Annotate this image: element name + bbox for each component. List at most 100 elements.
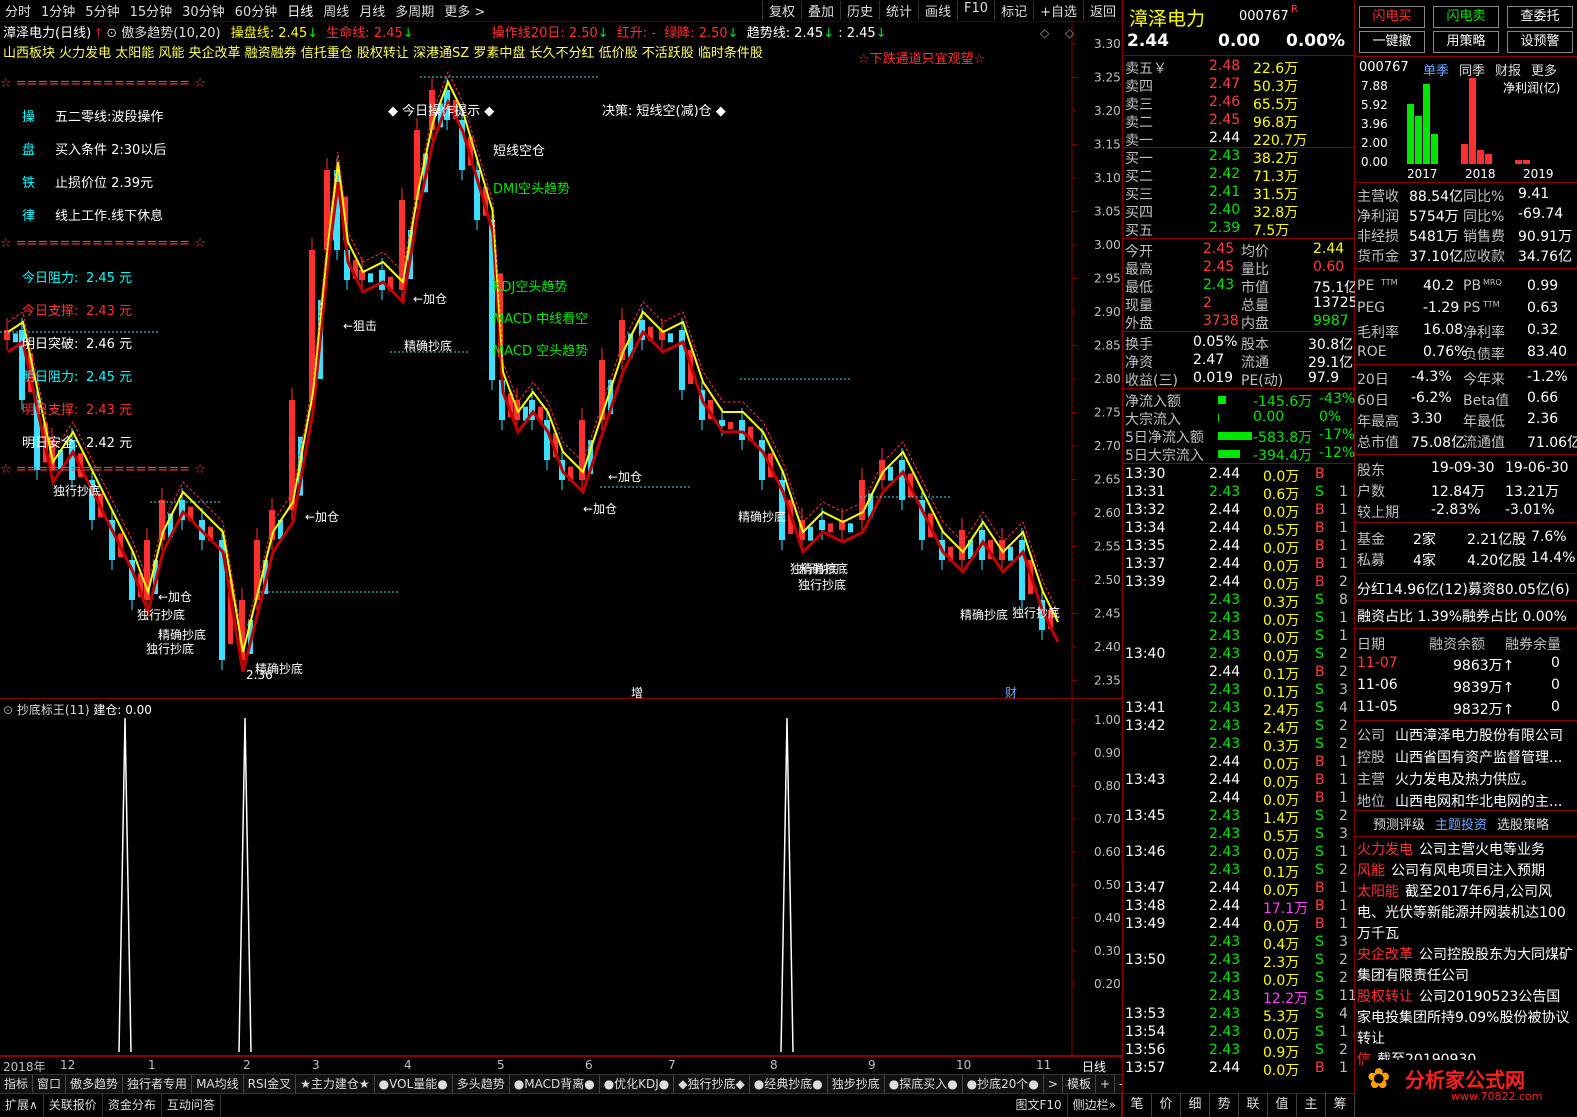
quote-tab-1[interactable]: 价 — [1152, 1094, 1181, 1117]
indicator-tab-15[interactable]: ●抄底20个● — [963, 1075, 1044, 1093]
indicator-tab-5[interactable]: RSI金叉 — [244, 1075, 297, 1093]
tick-volume: 0.3万 — [1263, 595, 1300, 611]
annotation-label: 独行抄底 — [137, 608, 186, 622]
dropdown-icon[interactable]: ⊙ — [106, 26, 117, 41]
period-tab-0[interactable]: 分时 — [0, 1, 36, 20]
quote-tab-0[interactable]: 笔 — [1123, 1094, 1152, 1117]
level-key: 明日支撑: — [22, 403, 79, 418]
indicator-tab-9[interactable]: ●MACD背离● — [510, 1075, 600, 1093]
tick-volume: 0.9万 — [1263, 1045, 1300, 1061]
tool-button-7[interactable]: +自选 — [1033, 1, 1083, 20]
status-tab-2[interactable]: 资金分布 — [103, 1094, 162, 1117]
f10-button-0[interactable]: 闪电买 — [1359, 6, 1425, 28]
indicator-tab-2[interactable]: 傲多趋势 — [66, 1075, 124, 1093]
tool-button-4[interactable]: 画线 — [918, 1, 957, 20]
dropdown-icon[interactable]: ⊙ — [3, 703, 13, 717]
sub-indicator-chart[interactable]: 1.00 0.90 0.80 0.70 0.60 0.50 0.40 0.30 0.20 ⊙ 抄… — [0, 700, 1122, 1056]
f10-button-4[interactable]: 用策略 — [1433, 31, 1499, 53]
f10-tab-0[interactable]: 预测评级 — [1373, 814, 1425, 833]
status-tab-0[interactable]: 扩展∧ — [0, 1094, 44, 1117]
chart-controls[interactable]: ◇ ◇ — [1040, 26, 1074, 40]
tool-button-1[interactable]: 叠加 — [800, 1, 840, 20]
indicator-tab-10[interactable]: ●优化KDJ● — [600, 1075, 675, 1093]
sub-title[interactable]: 抄底标王(11) — [17, 703, 90, 717]
candle-body — [1019, 540, 1025, 600]
tool-button-6[interactable]: 标记 — [994, 1, 1033, 20]
level-value: 2.46 元 — [86, 337, 133, 352]
f10-head-tab-2[interactable]: 财报 — [1495, 60, 1521, 79]
val-value: 0.76% — [1423, 344, 1468, 360]
tool-button-8[interactable]: 返回 — [1082, 1, 1122, 20]
bid-row: 买二 2.42 71.3万 — [1123, 166, 1354, 185]
chart-ylabel: 7.88 — [1361, 79, 1388, 93]
f10-head-tab-3[interactable]: 更多 — [1531, 60, 1557, 79]
indicator-tab-3[interactable]: 独行者专用 — [123, 1075, 193, 1093]
indicator-tab-0[interactable]: 指标 — [0, 1075, 34, 1093]
indicator-name[interactable]: 傲多趋势(10,20) — [121, 26, 220, 41]
stats-block-2: 换手 0.05% 股本 30.8亿 净资 2.47 流通 29.1亿 收益(三) 0.019 PE(… — [1123, 332, 1354, 389]
f10-head-tab-1[interactable]: 同季 — [1459, 60, 1485, 79]
f10-tab-2[interactable]: 选股策略 — [1497, 814, 1549, 833]
tick-time: 13:31 — [1125, 484, 1166, 500]
indicator-tab-14[interactable]: ●探底买入● — [885, 1075, 963, 1093]
indicator-tab-4[interactable]: MA均线 — [192, 1075, 244, 1093]
tool-button-3[interactable]: 统计 — [879, 1, 918, 20]
quote-tab-4[interactable]: 联 — [1239, 1094, 1268, 1117]
quote-tab-7[interactable]: 筹 — [1326, 1094, 1355, 1117]
period-tab-8[interactable]: 月线 — [354, 1, 390, 20]
indicator-tab-18[interactable]: + — [1096, 1075, 1116, 1093]
quote-tab-3[interactable]: 势 — [1210, 1094, 1239, 1117]
comp-row: 控股 山西省国有资产监督管理... — [1355, 746, 1577, 766]
status-tab-3[interactable]: 互动问答 — [162, 1094, 221, 1117]
f10-button-2[interactable]: 查委托 — [1507, 6, 1573, 28]
mhead: 融资余额 — [1429, 637, 1485, 653]
flow-label: 净流入额 — [1125, 394, 1181, 410]
f10-button-5[interactable]: 设预警 — [1507, 31, 1573, 53]
tool-button-2[interactable]: 历史 — [839, 1, 879, 20]
period-tab-3[interactable]: 15分钟 — [125, 1, 178, 20]
indicator-tab-6[interactable]: ★主力建仓★ — [296, 1075, 375, 1093]
f10-button-1[interactable]: 闪电卖 — [1433, 6, 1499, 28]
indicator-tab-16[interactable]: > — [1044, 1075, 1063, 1093]
tool-button-5[interactable]: F10 — [957, 1, 994, 20]
stat-row: 今开 2.45 均价 2.44 — [1123, 241, 1354, 260]
indicator-tab-1[interactable]: 窗口 — [33, 1075, 67, 1093]
status-right-tab-0[interactable]: 图文F10 — [1010, 1094, 1068, 1117]
indicator-tab-17[interactable]: 模板 — [1063, 1075, 1096, 1093]
indicator-tab-8[interactable]: 多头趋势 — [453, 1075, 510, 1093]
indicator-tab-7[interactable]: ●VOL量能● — [375, 1075, 453, 1093]
comp-value: 火力发电及热力供应。 — [1395, 772, 1535, 788]
fund-flow: 净流入额 -145.6万 -43% 大宗流入 0.00 0% 5日净流入额 -583.8万 -1… — [1123, 389, 1355, 464]
quote-tab-5[interactable]: 值 — [1268, 1094, 1297, 1117]
period-tab-6[interactable]: 日线 — [282, 1, 318, 20]
tick-count: 1 — [1339, 628, 1348, 644]
sub-canvas[interactable]: 1.00 0.90 0.80 0.70 0.60 0.50 0.40 0.30 0.20 — [0, 700, 1122, 1056]
tool-button-0[interactable]: 复权 — [761, 1, 801, 20]
tick-row: 13:49 2.44 0.0万 B 1 — [1123, 916, 1354, 935]
tick-side: S — [1315, 682, 1324, 698]
quote-tab-2[interactable]: 细 — [1181, 1094, 1210, 1117]
indicator-tab-11[interactable]: ◆独行抄底◆ — [674, 1075, 750, 1093]
indicator-tab-19[interactable]: - — [1115, 1075, 1122, 1093]
indicator-tab-13[interactable]: 独步抄底 — [828, 1075, 885, 1093]
period-tab-1[interactable]: 1分钟 — [36, 1, 80, 20]
period-tab-2[interactable]: 5分钟 — [80, 1, 124, 20]
tick-price: 2.43 — [1209, 700, 1241, 716]
period-tab-5[interactable]: 60分钟 — [230, 1, 283, 20]
bid-price: 2.41 — [1209, 184, 1241, 200]
f10-tab-1[interactable]: 主题投资 — [1435, 814, 1487, 833]
indicator-tab-12[interactable]: ●经典抄底● — [750, 1075, 828, 1093]
status-tab-1[interactable]: 关联报价 — [44, 1094, 103, 1117]
ask-label: 卖二 — [1125, 115, 1153, 131]
flower-icon: ✿ — [1367, 1062, 1391, 1095]
f10-button-3[interactable]: 一键撤 — [1359, 31, 1425, 53]
period-tab-7[interactable]: 周线 — [318, 1, 354, 20]
period-tab-10[interactable]: 更多 > — [439, 1, 490, 20]
f10-head-tab-0[interactable]: 单季 — [1423, 60, 1449, 79]
fund-value: 14.4% — [1531, 550, 1576, 566]
period-tab-4[interactable]: 30分钟 — [177, 1, 230, 20]
tick-row: 2.44 0.1万 B 2 — [1123, 664, 1354, 683]
quote-tab-6[interactable]: 主 — [1297, 1094, 1326, 1117]
period-tab-9[interactable]: 多周期 — [390, 1, 439, 20]
status-right-tab-1[interactable]: 侧边栏» — [1068, 1094, 1122, 1117]
